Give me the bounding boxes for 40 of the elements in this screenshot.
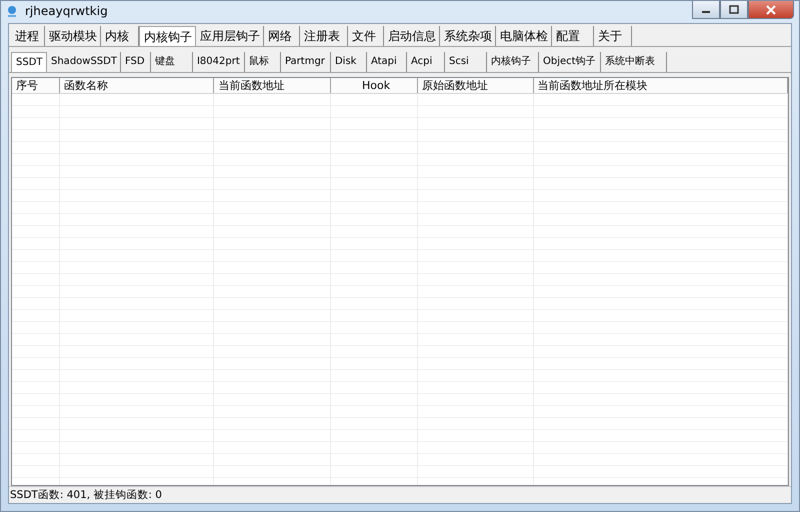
tab[interactable]: 网络 [264, 26, 300, 46]
tab[interactable]: 电脑体检 [496, 26, 552, 46]
tab[interactable]: 驱动模块 [45, 26, 101, 46]
column-header[interactable]: 序号 [12, 78, 60, 93]
close-button[interactable] [748, 1, 794, 19]
tab[interactable]: Atapi [366, 52, 407, 72]
tab[interactable]: 注册表 [300, 26, 348, 46]
tab[interactable]: 内核钩子 [139, 26, 196, 46]
close-icon [766, 4, 776, 14]
tab[interactable]: 键盘 [150, 52, 193, 72]
tab[interactable]: SSDT [11, 52, 47, 72]
tab[interactable]: 系统杂项 [440, 26, 496, 46]
tab[interactable]: 应用层钩子 [196, 26, 264, 46]
column-header[interactable]: Hook [331, 78, 418, 93]
tab[interactable]: 进程 [11, 26, 45, 46]
tab[interactable]: FSD [120, 52, 151, 72]
tab[interactable]: 关于 [594, 26, 632, 46]
minimize-button[interactable] [692, 1, 720, 19]
tab[interactable]: 内核钩子 [486, 52, 539, 72]
window-title: rjheayqrwtkig [25, 4, 108, 18]
tab[interactable]: Disk [330, 52, 367, 72]
tab[interactable]: ShadowSSDT [47, 52, 121, 72]
tab[interactable]: 系统中断表 [600, 52, 667, 72]
tab[interactable]: Partmgr [280, 52, 331, 72]
tab[interactable]: Acpi [406, 52, 445, 72]
column-header[interactable]: 当前函数地址所在模块 [534, 78, 788, 93]
tab[interactable]: 鼠标 [244, 52, 281, 72]
app-icon [5, 4, 19, 18]
tab[interactable]: Scsi [444, 52, 487, 72]
column-header[interactable]: 函数名称 [60, 78, 214, 93]
maximize-icon [729, 5, 739, 14]
maximize-button[interactable] [720, 1, 748, 19]
tab[interactable]: 文件 [348, 26, 384, 46]
tab[interactable]: Object钩子 [538, 52, 601, 72]
tab[interactable]: 配置 [552, 26, 594, 46]
column-header[interactable]: 原始函数地址 [418, 78, 534, 93]
status-text: SSDT函数: 401, 被挂钩函数: 0 [10, 489, 162, 501]
tab[interactable]: 启动信息 [384, 26, 440, 46]
column-header[interactable]: 当前函数地址 [214, 78, 332, 93]
tab[interactable]: I8042prt [192, 52, 245, 72]
